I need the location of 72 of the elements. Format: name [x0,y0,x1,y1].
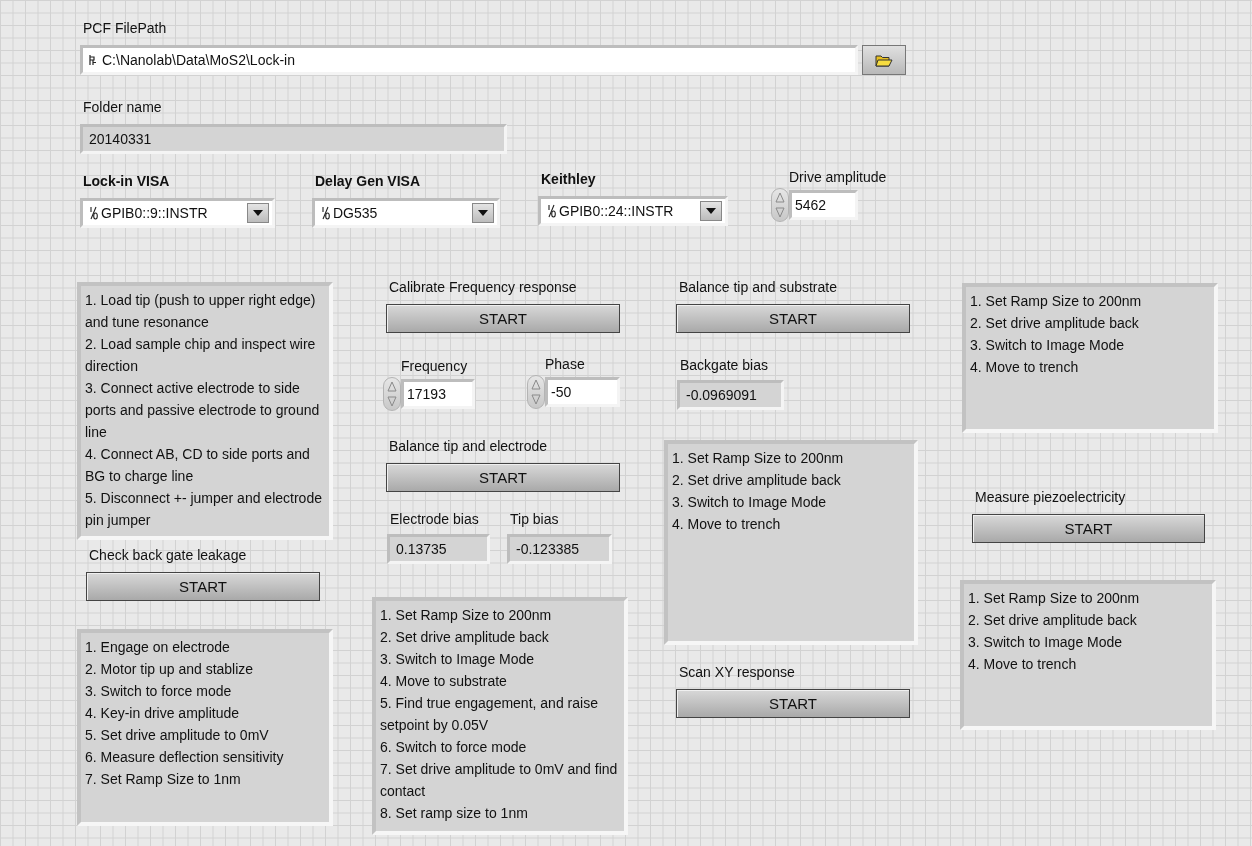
start-button[interactable]: START [676,304,910,333]
instruction-step: 1. Set Ramp Size to 200nm [970,290,1210,312]
instruction-step: 3. Switch to Image Mode [968,631,1208,653]
instruction-step: 2. Set drive amplitude back [970,312,1210,334]
control-label: Balance tip and substrate [678,278,837,296]
control-label: Check back gate leakage [88,546,247,564]
instruction-step: 2. Set drive amplitude back [672,469,910,491]
instruction-step: 1. Load tip (push to upper right edge) and tune resonance [85,289,325,333]
browse-button[interactable] [862,45,906,75]
visa-dropdown[interactable]: DG535 [312,198,500,228]
control-label: Folder name [82,98,162,116]
folder-name-indicator: 20140331 [80,124,507,154]
start-button[interactable]: START [972,514,1205,543]
start-button[interactable]: START [386,463,620,492]
instruction-step: 3. Connect active electrode to side ports and passive electrode to ground line [85,377,325,443]
control-label: Drive amplitude [788,168,887,186]
instruction-step: 3. Switch to Image Mode [970,334,1210,356]
numeric-field[interactable]: 17193 [401,379,475,409]
instruction-step: 3. Switch to force mode [85,680,325,702]
instruction-step: 4. Connect AB, CD to side ports and BG to charge line [85,443,325,487]
numeric-field[interactable]: -50 [545,377,620,407]
instruction-step: 5. Set drive amplitude to 0mV [85,724,325,746]
numeric-field[interactable]: 5462 [789,190,858,220]
control-label: Phase [544,355,585,373]
instruction-step: 3. Switch to Image Mode [380,648,620,670]
control-label: Scan XY response [678,663,795,681]
control-label: Measure piezoelectricity [974,488,1126,506]
instruction-step: 2. Load sample chip and inspect wire direction [85,333,325,377]
instruction-step: 6. Switch to force mode [380,736,620,758]
control-label: Keithley [540,170,596,188]
control-label: PCF FilePath [82,19,167,37]
instruction-step: 1. Engage on electrode [85,636,325,658]
visa-icon [547,204,556,218]
instruction-step: 5. Find true engagement, and raise setpoint by 0.05V [380,692,620,736]
numeric-indicator: -0.0969091 [677,380,784,410]
instruction-step: 4. Move to trench [970,356,1210,378]
path-field[interactable]: C:\Nanolab\Data\MoS2\Lock-in [80,45,858,75]
start-button[interactable]: START [676,689,910,718]
instruction-step: 7. Set Ramp Size to 1nm [85,768,325,790]
path-icon [89,54,97,66]
instruction-step: 1. Set Ramp Size to 200nm [968,587,1208,609]
instruction-step: 4. Key-in drive amplitude [85,702,325,724]
instruction-step: 1. Set Ramp Size to 200nm [672,447,910,469]
instruction-step: 2. Set drive amplitude back [968,609,1208,631]
control-label: Backgate bias [679,356,768,374]
instruction-step: 3. Switch to Image Mode [672,491,910,513]
instruction-step: 8. Set ramp size to 1nm [380,802,620,824]
numeric-indicator: 0.13735 [387,534,490,564]
start-button[interactable]: START [386,304,620,333]
control-label: Delay Gen VISA [314,172,421,190]
instruction-step: 5. Disconnect +- jumper and electrode pin jumper [85,487,325,531]
visa-icon [321,206,330,220]
visa-icon [89,206,98,220]
folder-icon [875,53,893,67]
instruction-step: 4. Move to substrate [380,670,620,692]
control-label: Calibrate Frequency response [388,278,577,296]
instruction-step: 7. Set drive amplitude to 0mV and find contact [380,758,620,802]
control-label: Tip bias [509,510,559,528]
instruction-step: 4. Move to trench [672,513,910,535]
numeric-indicator: -0.123385 [507,534,612,564]
control-label: Electrode bias [389,510,479,528]
visa-dropdown[interactable]: GPIB0::9::INSTR [80,198,275,228]
instruction-step: 1. Set Ramp Size to 200nm [380,604,620,626]
control-label: Frequency [400,357,468,375]
instruction-step: 4. Move to trench [968,653,1208,675]
visa-dropdown[interactable]: GPIB0::24::INSTR [538,196,728,226]
start-button[interactable]: START [86,572,320,601]
control-label: Lock-in VISA [82,172,170,190]
control-label: Balance tip and electrode [388,437,547,455]
instruction-step: 6. Measure deflection sensitivity [85,746,325,768]
instruction-step: 2. Set drive amplitude back [380,626,620,648]
instruction-step: 2. Motor tip up and stablize [85,658,325,680]
